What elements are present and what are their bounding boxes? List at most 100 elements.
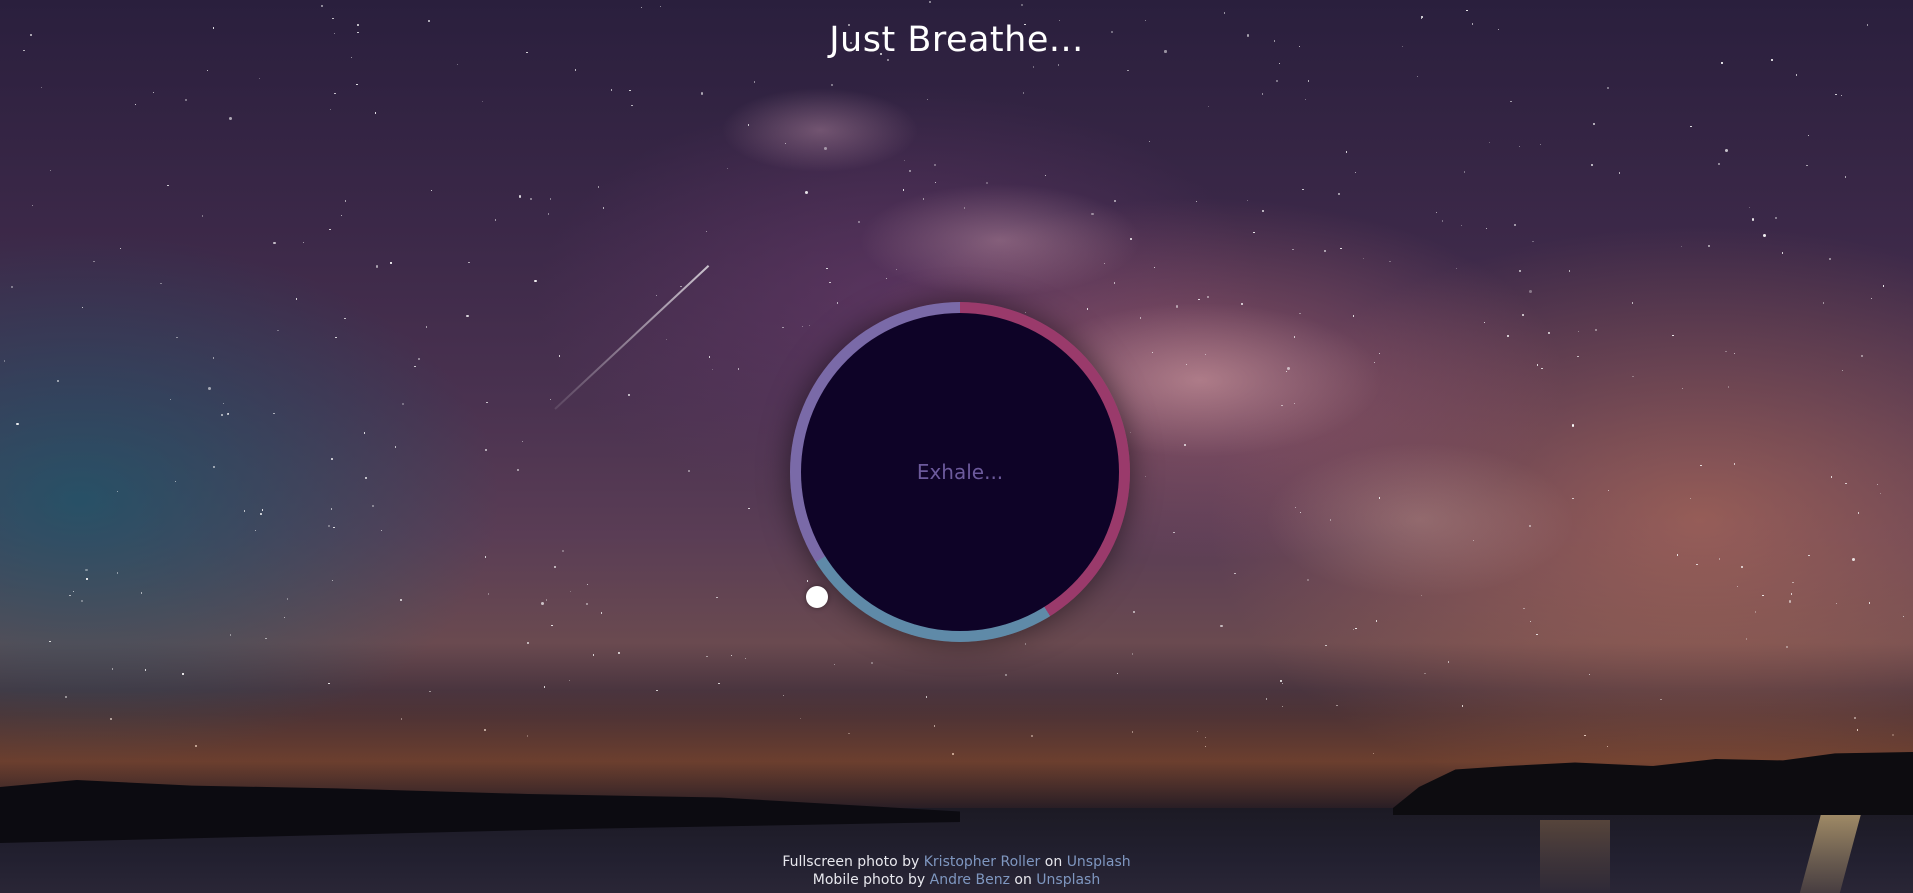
author-link[interactable]: Andre Benz (930, 872, 1010, 888)
star (1593, 123, 1595, 125)
star (1044, 174, 1046, 177)
star (1588, 673, 1591, 676)
star (1354, 171, 1357, 174)
star (1751, 218, 1754, 221)
star (1844, 176, 1847, 178)
star (1460, 224, 1463, 227)
credit-prefix: Mobile photo by (812, 872, 926, 888)
star (1355, 627, 1357, 630)
star (1299, 511, 1302, 513)
star (286, 598, 289, 600)
star (1455, 267, 1457, 270)
star (1745, 638, 1748, 640)
star (213, 466, 215, 468)
star (934, 164, 936, 166)
star (1830, 476, 1833, 478)
star (1195, 201, 1197, 203)
star (1762, 595, 1764, 597)
star (1058, 64, 1060, 66)
star (561, 549, 564, 552)
star (1129, 237, 1132, 240)
star (176, 336, 178, 339)
star (1220, 625, 1223, 628)
star (381, 529, 383, 532)
star (1466, 9, 1468, 12)
star (586, 583, 589, 586)
star (628, 394, 630, 396)
star (1285, 370, 1287, 373)
star (1882, 285, 1885, 287)
star (1116, 672, 1119, 675)
star (517, 469, 519, 471)
star (485, 449, 487, 451)
star (1447, 661, 1450, 663)
progress-pointer (806, 586, 828, 608)
star (1858, 512, 1860, 514)
star (1293, 336, 1296, 338)
star (1379, 497, 1381, 499)
star (708, 356, 711, 358)
star (1389, 260, 1391, 263)
star (16, 422, 19, 426)
star (909, 170, 911, 172)
star (335, 336, 337, 338)
star (655, 294, 658, 297)
star (116, 490, 119, 493)
star (331, 579, 333, 582)
unsplash-link[interactable]: Unsplash (1067, 854, 1131, 870)
star (1103, 262, 1106, 265)
star (169, 398, 172, 401)
star (804, 190, 808, 194)
star (93, 260, 95, 263)
star (527, 642, 529, 644)
star (1114, 282, 1116, 284)
credit-line-mobile: Mobile photo by Andre Benz on Unsplash (0, 871, 1913, 889)
star (394, 446, 397, 448)
star (1091, 212, 1094, 215)
star (885, 277, 888, 280)
star (1246, 199, 1248, 202)
star (530, 198, 532, 200)
star (1173, 531, 1175, 533)
star (858, 221, 860, 223)
star (618, 652, 620, 654)
star (466, 314, 469, 317)
star (72, 591, 75, 593)
star (1127, 70, 1129, 72)
star (1676, 554, 1679, 556)
star (1861, 355, 1863, 357)
star (1572, 424, 1575, 427)
star (716, 596, 718, 599)
star (228, 116, 232, 120)
unsplash-link[interactable]: Unsplash (1036, 872, 1100, 888)
star (344, 317, 346, 320)
star (174, 481, 177, 483)
star (1681, 387, 1684, 390)
star (486, 401, 488, 404)
star (1338, 193, 1340, 195)
star (1835, 93, 1837, 96)
star (1880, 492, 1882, 494)
star (334, 93, 336, 95)
star (1569, 270, 1571, 272)
star (1302, 188, 1304, 191)
star (1721, 62, 1723, 64)
star (1281, 404, 1283, 407)
star (1022, 92, 1025, 94)
star (1005, 674, 1007, 676)
star (1416, 75, 1418, 77)
star (1836, 602, 1838, 605)
star (534, 279, 537, 283)
breathing-circle: Exhale... (801, 313, 1119, 631)
star (545, 599, 548, 601)
page-title: Just Breathe... (829, 20, 1084, 60)
star (1114, 200, 1116, 202)
star (688, 470, 691, 473)
star (1541, 367, 1543, 370)
star (243, 510, 246, 512)
star (964, 207, 966, 209)
star (220, 414, 223, 417)
star (1207, 296, 1209, 298)
star (1775, 217, 1777, 219)
author-link[interactable]: Kristopher Roller (924, 854, 1041, 870)
